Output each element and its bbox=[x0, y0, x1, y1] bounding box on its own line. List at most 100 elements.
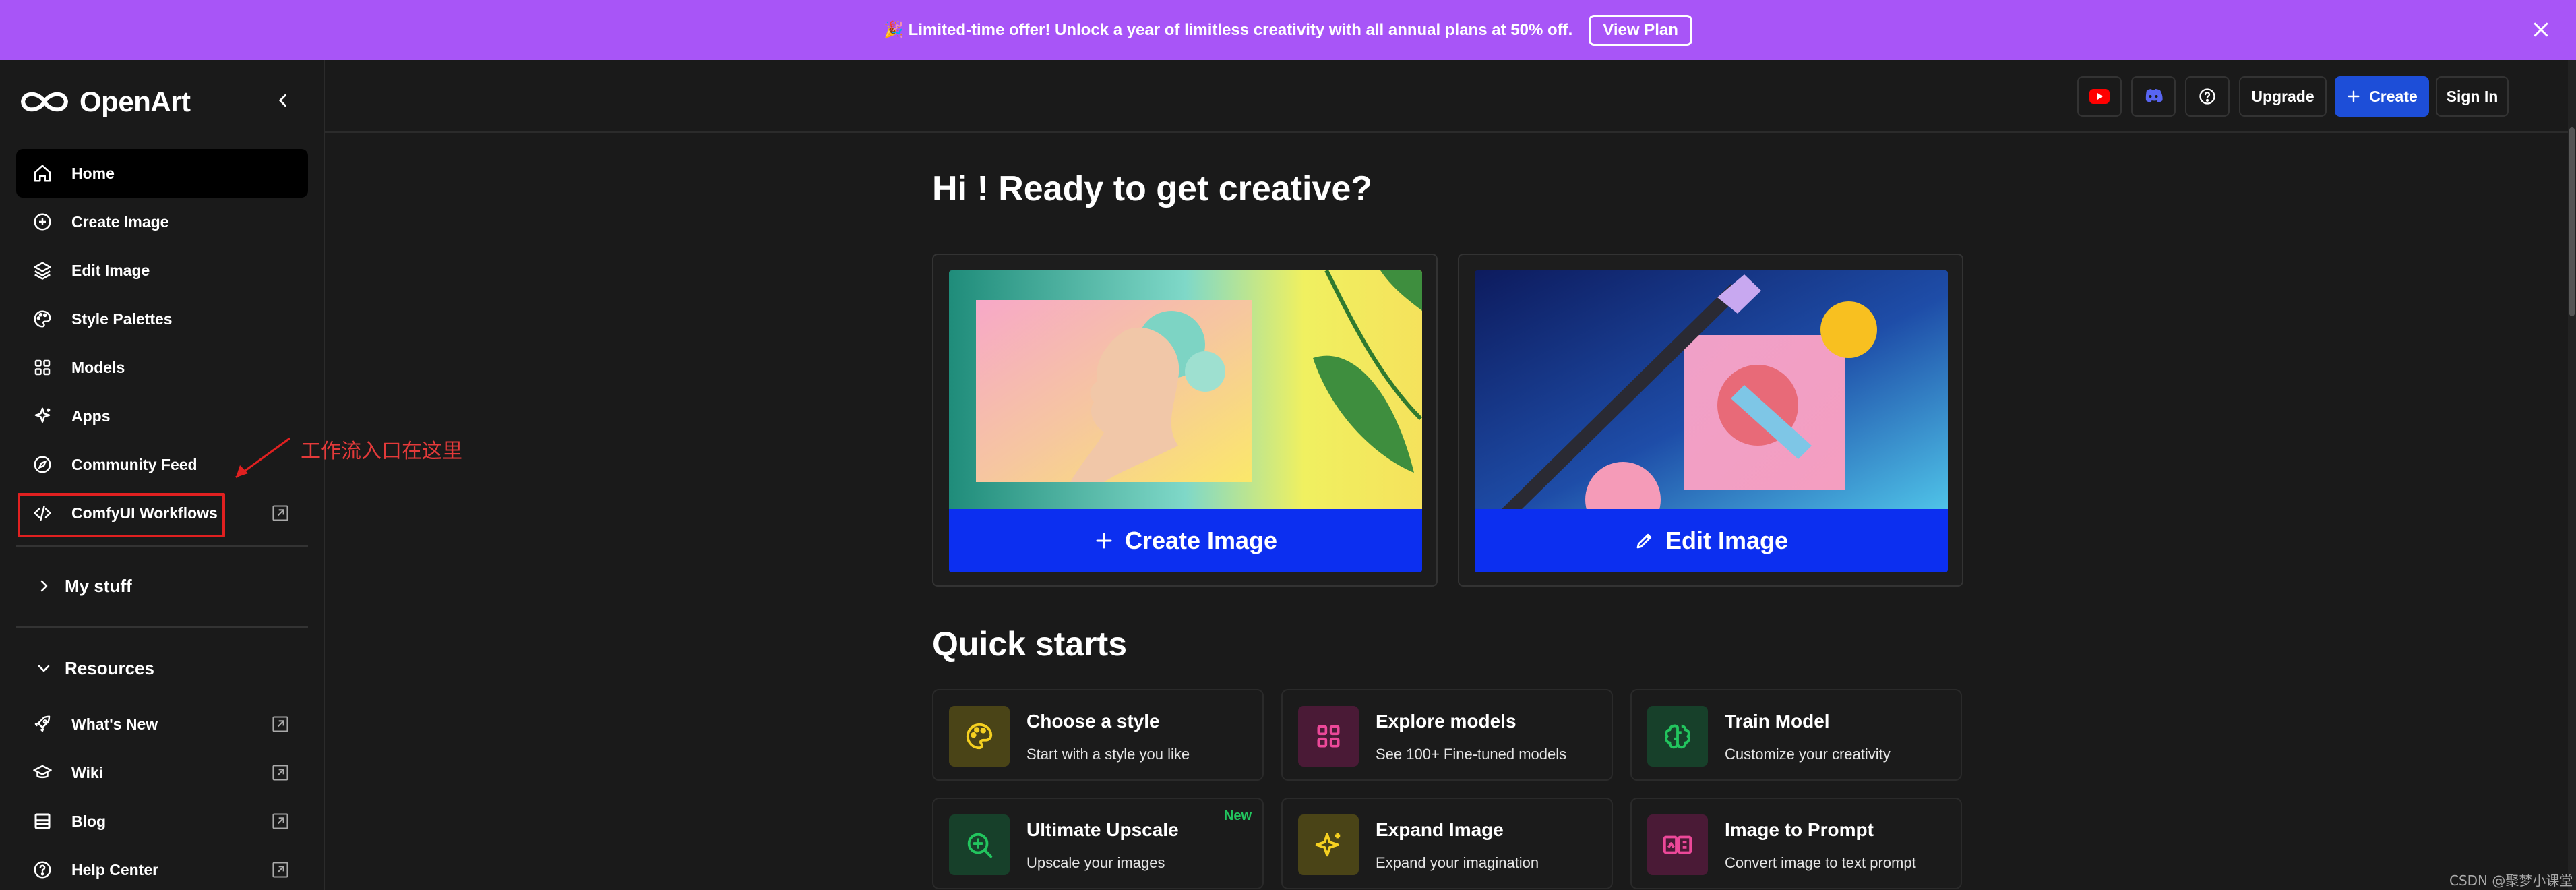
sidebar-item-edit-image[interactable]: Edit Image bbox=[16, 246, 308, 295]
external-link-button[interactable] bbox=[270, 713, 291, 735]
page-title: Hi ! Ready to get creative? bbox=[932, 169, 1373, 208]
quick-start-expand-image[interactable]: Expand Image Expand your imagination bbox=[1281, 798, 1613, 889]
help-button[interactable] bbox=[2185, 76, 2230, 117]
quick-start-explore-models[interactable]: Explore models See 100+ Fine-tuned model… bbox=[1281, 689, 1613, 781]
openart-logo[interactable]: OpenArt bbox=[19, 86, 191, 118]
external-link-button[interactable] bbox=[270, 502, 291, 524]
sign-in-button[interactable]: Sign In bbox=[2436, 76, 2509, 117]
scrollbar-thumb[interactable] bbox=[2569, 127, 2575, 316]
sidebar-item-models[interactable]: Models bbox=[16, 343, 308, 392]
create-image-label: Create Image bbox=[1124, 527, 1278, 554]
my-stuff-toggle[interactable]: My stuff bbox=[16, 566, 132, 606]
sidebar-item-whats-new[interactable]: What's New bbox=[16, 700, 308, 748]
help-circle-icon bbox=[2199, 88, 2215, 105]
quick-start-desc: Expand your imagination bbox=[1376, 854, 1539, 871]
external-link-button[interactable] bbox=[270, 810, 291, 832]
quick-start-icon-bg bbox=[1647, 814, 1708, 875]
quick-start-title: Expand Image bbox=[1376, 819, 1504, 840]
promo-banner: 🎉 Limited-time offer! Unlock a year of l… bbox=[0, 0, 2576, 60]
chevron-left-icon bbox=[279, 94, 286, 107]
sidebar-item-label: Wiki bbox=[71, 763, 104, 781]
quick-start-icon-bg bbox=[949, 706, 1010, 767]
edit-image-button[interactable]: Edit Image bbox=[1475, 509, 1948, 572]
collapse-sidebar-button[interactable] bbox=[270, 87, 297, 114]
help-circle-icon bbox=[34, 861, 51, 879]
app-window: 🎉 Limited-time offer! Unlock a year of l… bbox=[0, 0, 2576, 890]
external-link-button[interactable] bbox=[270, 859, 291, 881]
edit-image-artwork bbox=[1475, 270, 1948, 509]
create-image-card[interactable]: Create Image bbox=[932, 254, 1438, 587]
resources-label: Resources bbox=[65, 657, 154, 678]
plus-icon bbox=[2348, 90, 2360, 102]
quick-starts-heading: Quick starts bbox=[932, 625, 1128, 663]
view-plan-button[interactable]: View Plan bbox=[1589, 14, 1692, 46]
infinity-logo-icon bbox=[20, 92, 69, 112]
quick-start-desc: Convert image to text prompt bbox=[1725, 854, 1916, 871]
quick-start-title: Train Model bbox=[1725, 711, 1830, 732]
sidebar-item-label: Create Image bbox=[71, 212, 169, 231]
sidebar-item-label: Models bbox=[71, 358, 125, 376]
chevron-right-icon bbox=[40, 580, 48, 592]
quick-start-image-to-prompt[interactable]: Image to Prompt Convert image to text pr… bbox=[1630, 798, 1962, 889]
upgrade-label: Upgrade bbox=[2251, 87, 2314, 105]
sidebar-item-label: What's New bbox=[71, 715, 158, 733]
sidebar-item-label: Apps bbox=[71, 407, 111, 425]
quick-start-choose-style[interactable]: Choose a style Start with a style you li… bbox=[932, 689, 1264, 781]
graduation-cap-icon bbox=[33, 765, 52, 779]
external-link-icon bbox=[272, 813, 288, 829]
annotation-arrow-icon bbox=[235, 437, 290, 479]
close-banner-button[interactable] bbox=[2527, 16, 2554, 43]
edit-image-label: Edit Image bbox=[1665, 527, 1789, 554]
quick-start-title: Image to Prompt bbox=[1725, 819, 1874, 840]
quick-start-icon-bg bbox=[949, 814, 1010, 875]
quick-start-icon-bg bbox=[1298, 814, 1359, 875]
sidebar-divider bbox=[16, 545, 308, 547]
sidebar-item-blog[interactable]: Blog bbox=[16, 797, 308, 846]
annotation-highlight-box bbox=[18, 493, 225, 537]
external-link-button[interactable] bbox=[270, 762, 291, 783]
sidebar-divider bbox=[16, 626, 308, 628]
quick-start-train-model[interactable]: Train Model Customize your creativity bbox=[1630, 689, 1962, 781]
sparkles-icon bbox=[1315, 833, 1341, 857]
sidebar-item-label: Blog bbox=[71, 812, 106, 830]
sidebar-item-create-image[interactable]: Create Image bbox=[16, 198, 308, 246]
create-image-button[interactable]: Create Image bbox=[949, 509, 1422, 572]
upgrade-button[interactable]: Upgrade bbox=[2239, 76, 2327, 117]
sidebar-item-style-palettes[interactable]: Style Palettes bbox=[16, 295, 308, 343]
external-link-icon bbox=[272, 716, 288, 732]
youtube-icon bbox=[2089, 89, 2110, 104]
palette-icon bbox=[966, 723, 993, 750]
sidebar-item-home[interactable]: Home bbox=[16, 149, 308, 198]
quick-start-ultimate-upscale[interactable]: Ultimate Upscale Upscale your images New bbox=[932, 798, 1264, 889]
resources-toggle[interactable]: Resources bbox=[16, 648, 154, 688]
image-to-text-icon bbox=[1663, 835, 1692, 854]
quick-start-title: Ultimate Upscale bbox=[1026, 819, 1179, 840]
external-link-icon bbox=[272, 765, 288, 781]
page-scrollbar[interactable] bbox=[2568, 60, 2576, 890]
discord-icon bbox=[2145, 89, 2163, 102]
sidebar-item-help-center[interactable]: Help Center bbox=[16, 846, 308, 890]
sparkles-icon bbox=[34, 407, 51, 423]
edit-image-card[interactable]: Edit Image bbox=[1458, 254, 1963, 587]
sidebar-item-label: Home bbox=[71, 164, 115, 182]
brain-icon bbox=[1665, 724, 1690, 749]
quick-start-icon-bg bbox=[1298, 706, 1359, 767]
quick-start-desc: See 100+ Fine-tuned models bbox=[1376, 746, 1567, 763]
chevron-down-icon bbox=[38, 665, 50, 672]
sidebar-item-wiki[interactable]: Wiki bbox=[16, 748, 308, 797]
quick-start-desc: Start with a style you like bbox=[1026, 746, 1190, 763]
close-icon bbox=[2534, 22, 2548, 37]
youtube-button[interactable] bbox=[2077, 76, 2122, 117]
quick-start-title: Explore models bbox=[1376, 711, 1516, 732]
external-link-icon bbox=[272, 505, 288, 521]
quick-start-icon-bg bbox=[1647, 706, 1708, 767]
watermark: CSDN @聚梦小课堂 bbox=[2449, 872, 2573, 889]
grid-icon bbox=[1317, 725, 1340, 748]
discord-button[interactable] bbox=[2131, 76, 2176, 117]
new-badge: New bbox=[1223, 808, 1252, 823]
home-icon bbox=[34, 165, 51, 182]
create-label: Create bbox=[2369, 87, 2418, 105]
create-button[interactable]: Create bbox=[2335, 76, 2429, 117]
zoom-in-icon bbox=[967, 833, 993, 858]
create-image-artwork bbox=[949, 270, 1422, 509]
